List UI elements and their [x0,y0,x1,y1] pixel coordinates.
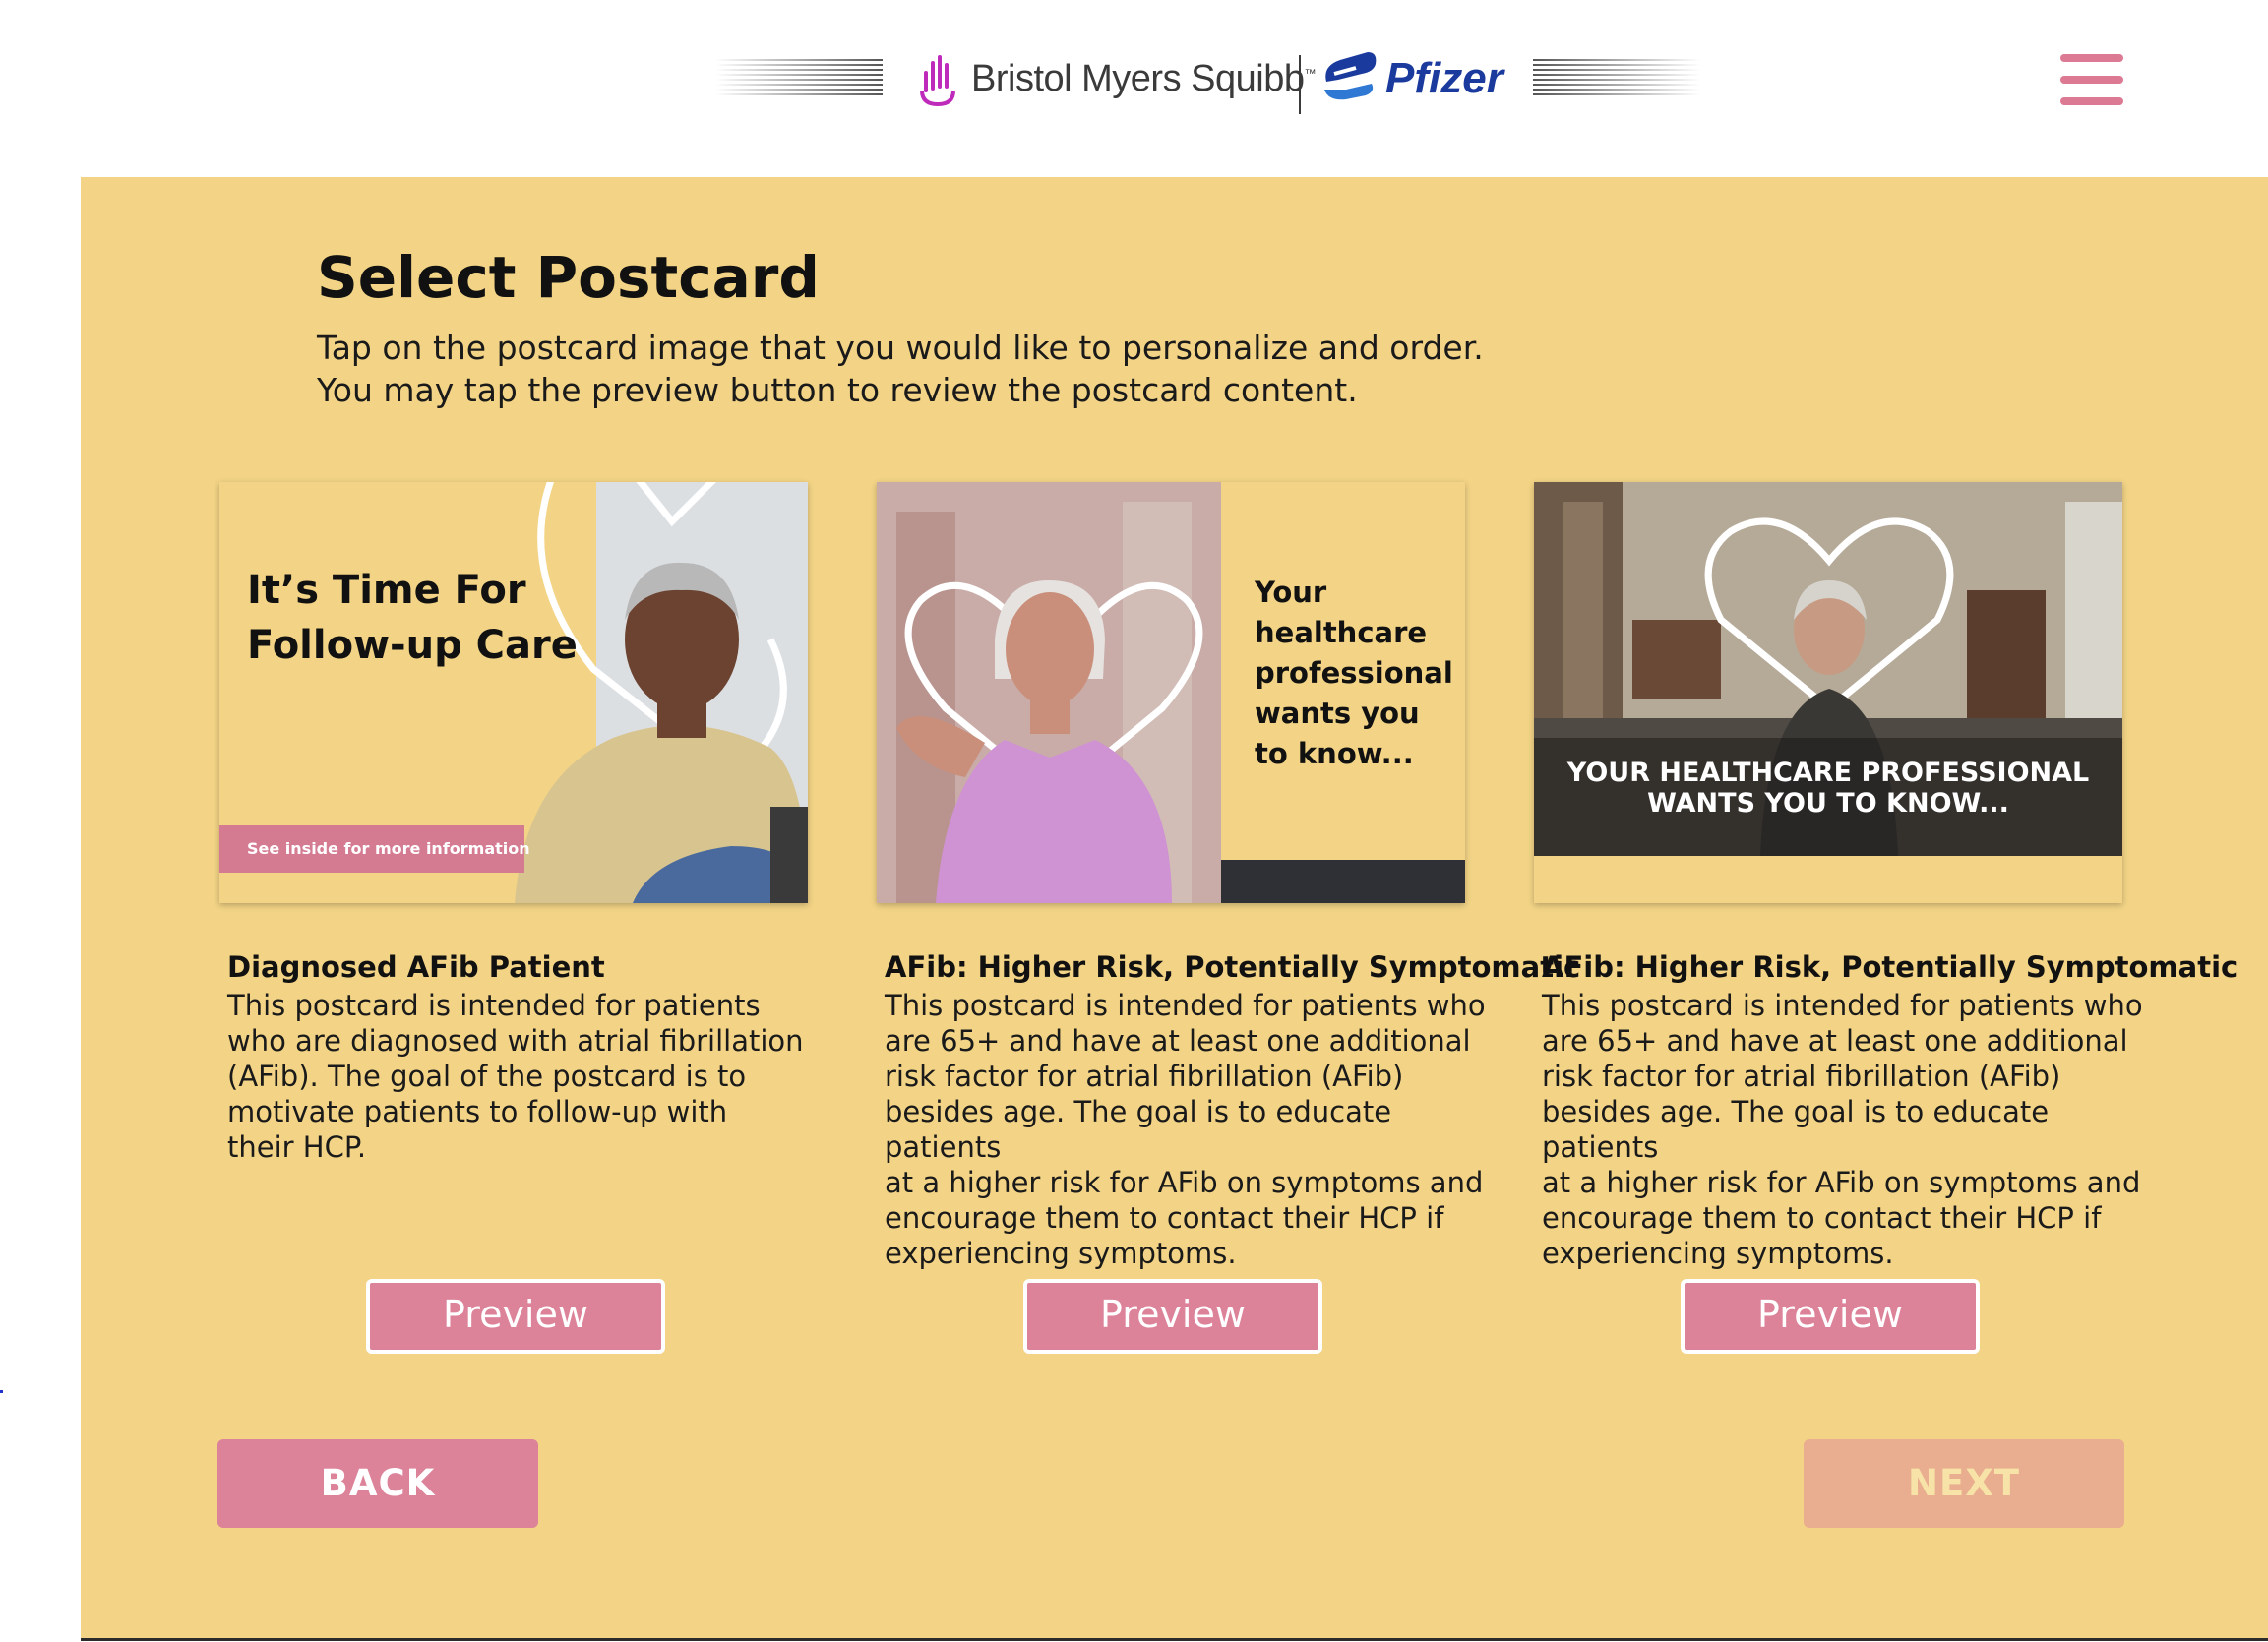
postcard-illustration [1534,482,2122,903]
pfizer-pill-icon [1324,52,1377,100]
stray-pixel [0,1390,3,1393]
postcard-headline: Your healthcare professional wants you t… [1255,576,1453,770]
preview-button[interactable]: Preview [366,1279,665,1354]
bms-logo: Bristol Myers Squibb™ [918,44,1316,113]
postcard-image-followup-care[interactable]: It’s Time For Follow-up Care See inside … [219,482,808,903]
speed-lines-right-decoration [1533,59,1700,100]
postcard-title: AFib: Higher Risk, Potentially Symptomat… [885,950,1581,984]
postcard-option: Your healthcare professional wants you t… [877,482,1581,1271]
postcard-headline: It’s Time For Follow-up Care [247,568,578,668]
postcard-banner: See inside for more information [219,825,530,873]
bms-hand-icon [920,55,955,106]
instructions: Tap on the postcard image that you would… [317,327,1484,411]
postcard-description: This postcard is intended for patients w… [227,989,804,1164]
site-header: Bristol Myers Squibb™ Pfizer [0,0,2268,177]
postcard-headline: YOUR HEALTHCARE PROFESSIONAL WANTS YOU T… [1566,758,2090,819]
postcard-selection-panel: Select Postcard Tap on the postcard imag… [81,177,2268,1639]
postcard-option: YOUR HEALTHCARE PROFESSIONAL WANTS YOU T… [1534,482,2238,1271]
postcard-option: It’s Time For Follow-up Care See inside … [219,482,849,1165]
postcard-title: Diagnosed AFib Patient [227,950,605,984]
postcard-image-hcp-wants-you-to-know[interactable]: YOUR HEALTHCARE PROFESSIONAL WANTS YOU T… [1534,482,2122,903]
bottom-divider [81,1638,2268,1641]
next-button[interactable]: NEXT [1804,1439,2124,1528]
preview-button[interactable]: Preview [1681,1279,1980,1354]
postcard-title: AFib: Higher Risk, Potentially Symptomat… [1542,950,2238,984]
bms-logo-text: Bristol Myers Squibb™ [971,57,1316,99]
postcard-description: This postcard is intended for patients w… [1542,989,2143,1270]
preview-button[interactable]: Preview [1023,1279,1322,1354]
instruction-line: You may tap the preview button to review… [317,371,1358,409]
instruction-line: Tap on the postcard image that you would… [317,329,1484,367]
page-title: Select Postcard [317,244,820,311]
logo-divider [1299,55,1301,114]
postcard-image-healthcare-professional[interactable]: Your healthcare professional wants you t… [877,482,1465,903]
back-button[interactable]: BACK [217,1439,538,1528]
pfizer-logo: Pfizer [1317,44,1503,113]
speed-lines-left-decoration [715,59,883,100]
hamburger-menu-icon[interactable] [2060,52,2123,107]
postcard-description: This postcard is intended for patients w… [885,989,1486,1270]
pfizer-logo-text: Pfizer [1385,54,1503,102]
